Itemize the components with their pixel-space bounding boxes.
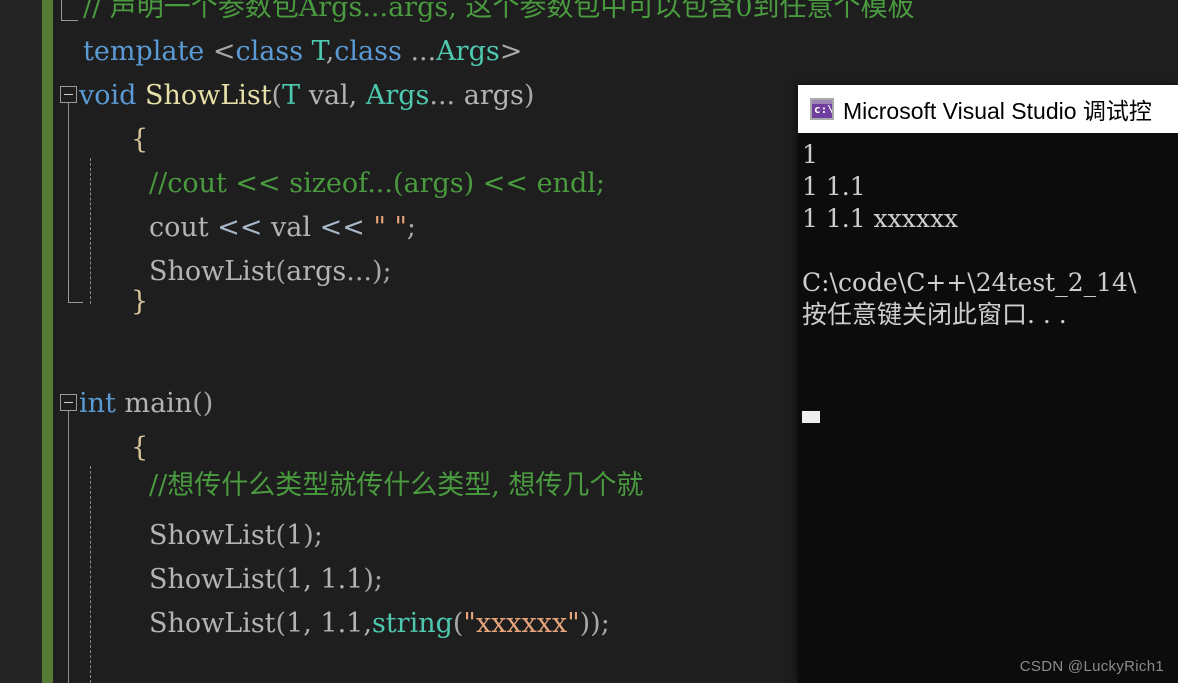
code-token: T <box>311 36 326 67</box>
code-token: class <box>334 36 411 67</box>
code-line-call-2[interactable]: ShowList(1, 1.1); <box>149 558 383 602</box>
code-line-template[interactable]: template <class T,class ...Args> <box>83 30 522 74</box>
console-caret <box>802 411 820 423</box>
code-token: ); <box>363 564 384 595</box>
code-token: //想传什么类型就传什么类型, 想传几个就 <box>149 470 644 501</box>
change-indicator-bar <box>42 0 53 683</box>
console-window-title: Microsoft Visual Studio 调试控 <box>843 98 1152 124</box>
code-token: ( <box>271 80 283 111</box>
code-token: Args <box>436 36 500 67</box>
code-token: , <box>325 36 335 67</box>
code-token: int <box>79 388 125 419</box>
code-token: void <box>79 80 146 111</box>
code-token: 1, 1.1, <box>286 608 372 639</box>
code-line-open-brace-1[interactable]: { <box>131 118 148 162</box>
code-token: T <box>282 80 301 111</box>
code-line-recurse[interactable]: ShowList(args...); <box>149 250 392 294</box>
csdn-watermark: CSDN @LuckyRich1 <box>1019 658 1164 675</box>
code-token: ... <box>429 80 464 111</box>
console-titlebar[interactable]: ··· c:\ Microsoft Visual Studio 调试控 <box>798 85 1178 133</box>
code-line-close-brace-1[interactable]: } <box>131 280 148 324</box>
code-token: main <box>124 388 193 419</box>
console-window[interactable]: ··· c:\ Microsoft Visual Studio 调试控 1 1 … <box>798 85 1178 683</box>
code-token: " " <box>373 212 407 243</box>
code-token: ShowList <box>145 80 272 111</box>
code-token: cout <box>149 212 218 243</box>
scope-guide-showlist <box>68 103 69 301</box>
code-token: class <box>235 36 312 67</box>
code-line-comment-3[interactable]: //想传什么类型就传什么类型, 想传几个就 <box>149 464 643 508</box>
code-token: ... <box>410 36 437 67</box>
code-token: ; <box>406 212 416 243</box>
code-line-comment-2[interactable]: //cout << sizeof...(args) << endl; <box>149 162 605 206</box>
fold-toggle-showlist[interactable] <box>60 86 77 103</box>
code-token: template <box>83 36 213 67</box>
code-token: 1, 1.1 <box>286 564 364 595</box>
code-token: ); <box>303 520 323 551</box>
command-prompt-glyph: c:\ <box>814 103 834 116</box>
code-line-call-1[interactable]: ShowList(1); <box>149 514 323 558</box>
code-token: () <box>192 388 214 419</box>
code-token: ShowList <box>149 520 276 551</box>
fold-bracket-top <box>61 0 78 21</box>
console-output-line: 1 <box>802 140 818 169</box>
code-line-void-showlist[interactable]: void ShowList(T val, Args... args) <box>79 74 534 118</box>
code-token: "xxxxxx" <box>463 608 580 639</box>
code-token: ) <box>523 80 535 111</box>
code-token: < <box>212 36 236 67</box>
fold-bracket-showlist-end <box>68 280 83 303</box>
indent-guide-showlist <box>90 158 91 304</box>
editor-gutter[interactable] <box>0 0 42 683</box>
code-token: ( <box>275 520 287 551</box>
code-token: ShowList <box>149 256 276 287</box>
code-token: ( <box>275 564 287 595</box>
console-output-line: 1 1.1 <box>802 172 866 201</box>
console-output-line: C:\code\C++\24test_2_14\ <box>802 268 1137 297</box>
scope-guide-main <box>68 411 69 683</box>
code-line-comment-1[interactable]: // 声明一个参数包Args...args, 这个参数包中可以包含0到任意个模板 <box>83 0 915 30</box>
code-token: val <box>271 212 320 243</box>
code-token: << <box>319 212 374 243</box>
code-token: ... <box>346 256 372 287</box>
code-line-int-main[interactable]: int main() <box>79 382 213 426</box>
console-output-line: 1 1.1 xxxxxx <box>802 204 959 233</box>
code-token: args <box>463 80 524 111</box>
code-line-open-brace-2[interactable]: { <box>131 426 148 470</box>
code-token: 1 <box>286 520 304 551</box>
code-token: { <box>131 432 149 463</box>
code-token: } <box>131 286 149 317</box>
code-token: //cout << sizeof...(args) << endl; <box>149 168 605 199</box>
code-token: ( <box>275 256 287 287</box>
code-token: ShowList <box>149 564 276 595</box>
code-token: ); <box>371 256 392 287</box>
code-token: { <box>131 124 149 155</box>
code-token: args <box>286 256 347 287</box>
indent-guide-main <box>90 466 91 683</box>
code-line-cout[interactable]: cout << val << " "; <box>149 206 416 250</box>
code-token: << <box>217 212 272 243</box>
code-token: )); <box>579 608 610 639</box>
console-output[interactable]: 1 1 1.1 1 1.1 xxxxxx C:\code\C++\24test_… <box>798 133 1178 683</box>
code-token: string <box>371 608 453 639</box>
code-token: ( <box>452 608 464 639</box>
code-token: // 声明一个参数包Args...args, 这个参数包中可以包含0到任意个模板 <box>83 0 915 23</box>
code-line-call-3[interactable]: ShowList(1, 1.1,string("xxxxxx")); <box>149 602 610 646</box>
code-token: val, <box>300 80 366 111</box>
command-prompt-icon: ··· c:\ <box>810 98 834 120</box>
code-token: Args <box>365 80 430 111</box>
console-output-line: 按任意键关闭此窗口. . . <box>802 300 1067 329</box>
code-token: > <box>499 36 523 67</box>
code-token: ( <box>275 608 287 639</box>
code-token: ShowList <box>149 608 276 639</box>
fold-toggle-main[interactable] <box>60 394 77 411</box>
